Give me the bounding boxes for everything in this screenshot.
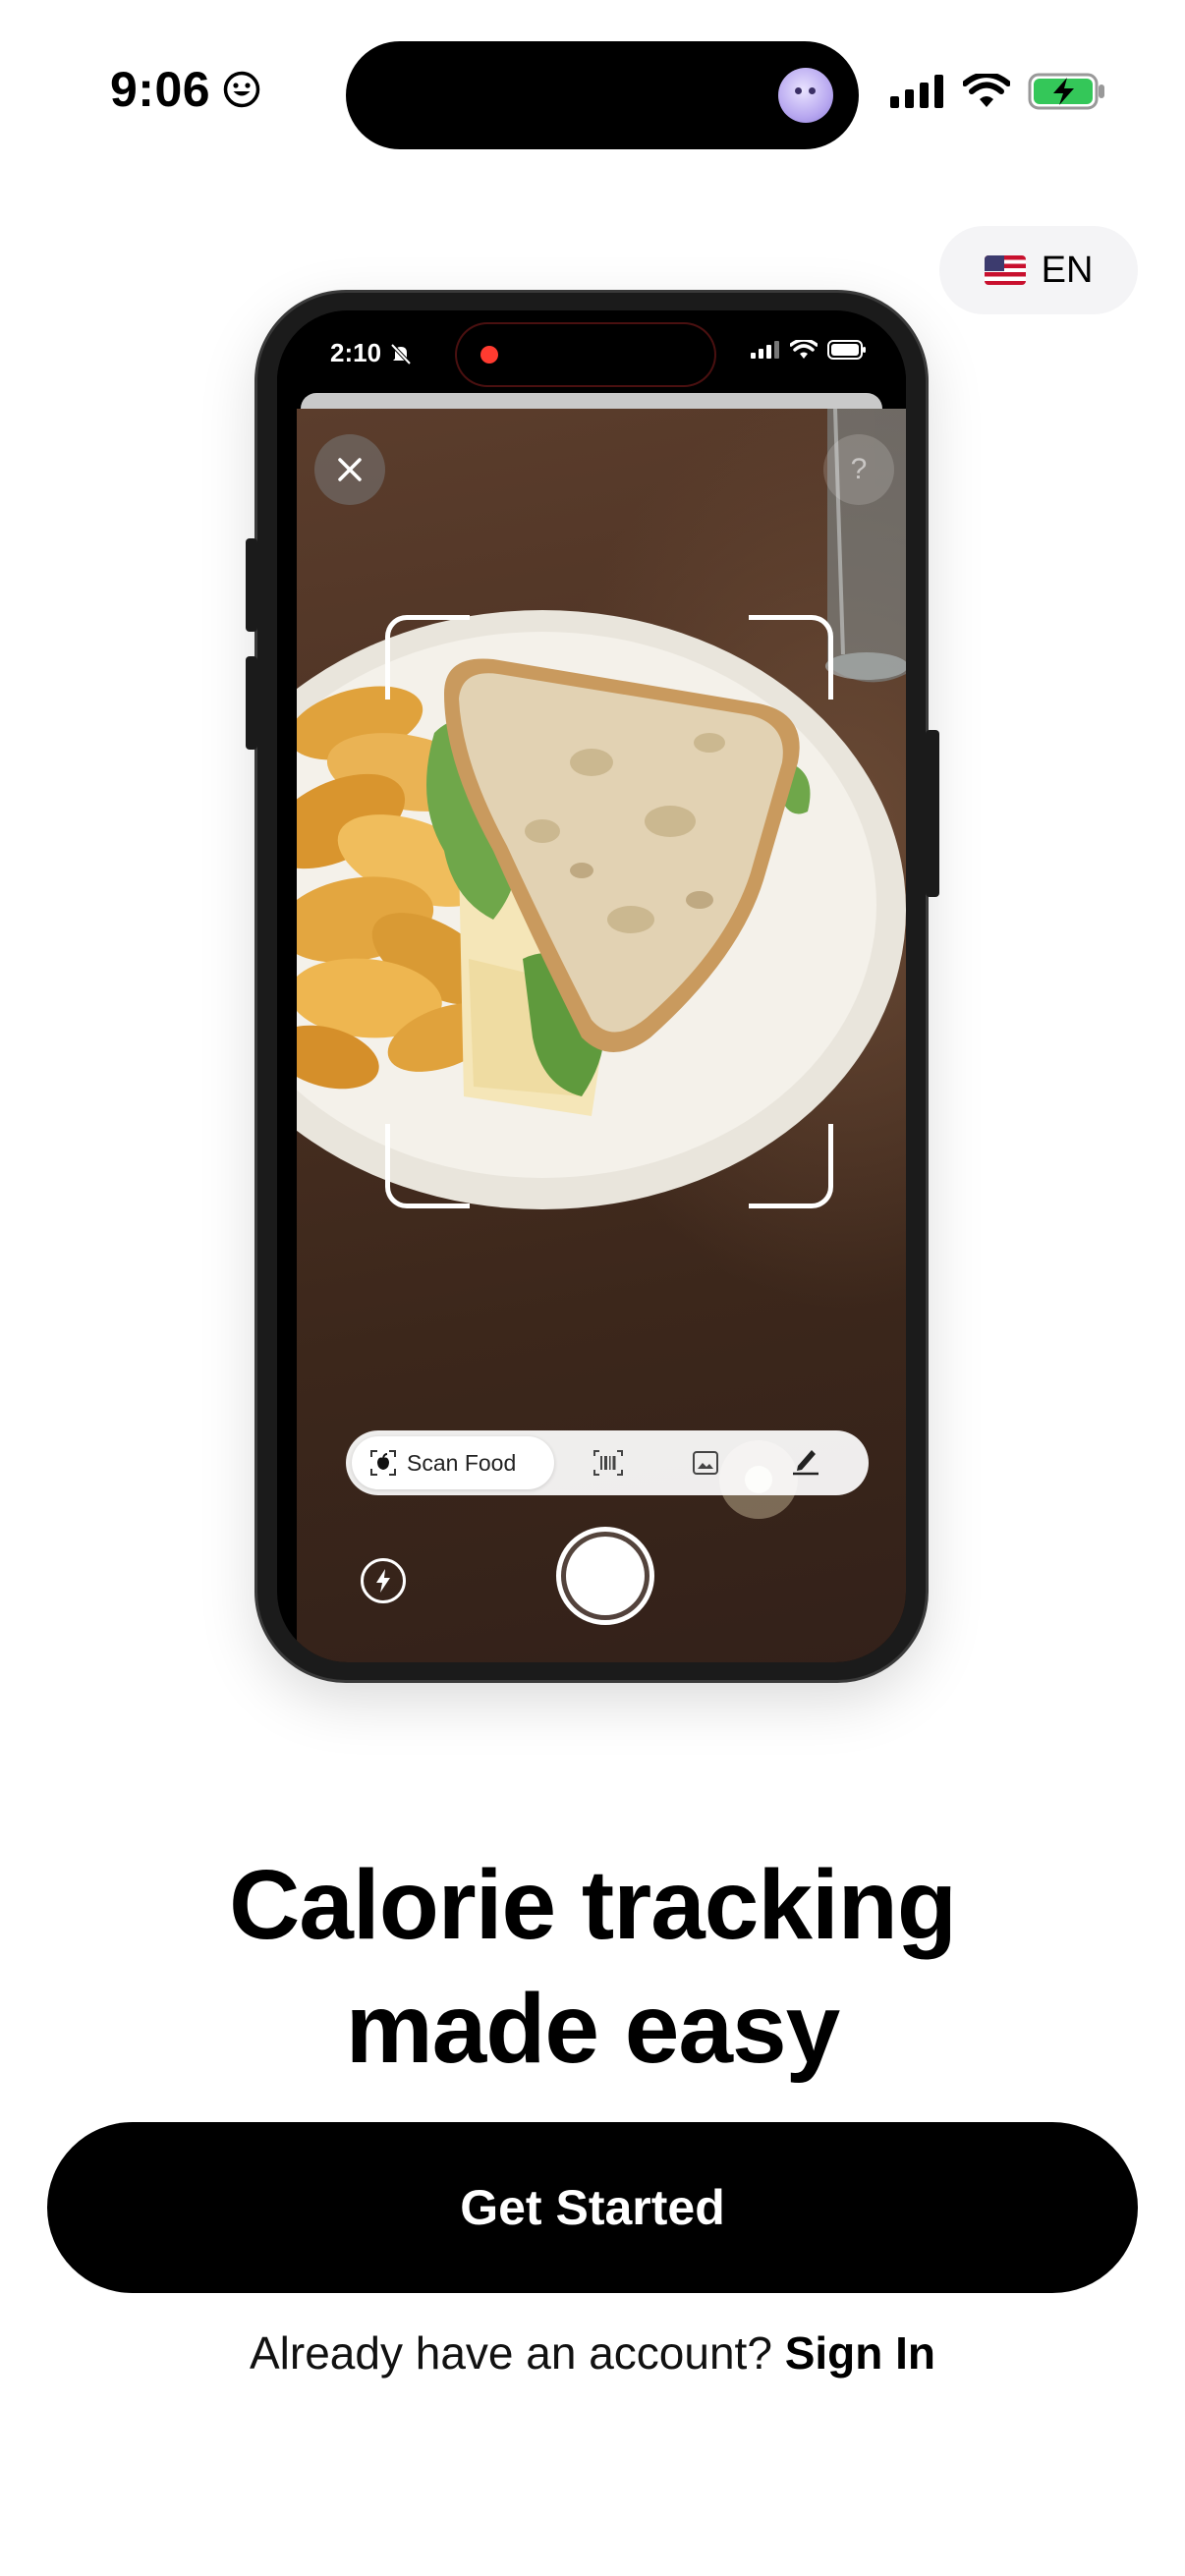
wifi-icon (963, 74, 1010, 107)
avatar-icon (778, 68, 833, 123)
dynamic-island (346, 41, 859, 149)
help-button[interactable]: ? (823, 434, 894, 505)
get-started-label: Get Started (460, 2180, 725, 2235)
mockup-time-text: 2:10 (330, 338, 382, 367)
status-time: 9:06 (110, 61, 261, 118)
shutter-inner (566, 1537, 645, 1615)
mockup-status-indicators (751, 340, 867, 360)
mockup-dynamic-island (457, 324, 714, 385)
mockup-wifi-icon (790, 340, 818, 359)
bell-muted-icon (390, 343, 412, 364)
sign-in-row: Already have an account? Sign In (0, 2326, 1185, 2380)
status-time-text: 9:06 (110, 62, 211, 117)
headline-line-2: made easy (345, 1974, 840, 2084)
status-indicators (890, 73, 1106, 110)
language-selector[interactable]: EN (939, 226, 1138, 314)
smiley-face-icon (223, 71, 260, 108)
barcode-mode-icon[interactable] (593, 1450, 623, 1476)
phone-side-button (926, 730, 939, 897)
mockup-signal-icon (751, 341, 779, 359)
scan-frame-corner (749, 1124, 833, 1208)
manual-entry-mode-icon[interactable] (790, 1444, 821, 1476)
mockup-status-time: 2:10 (330, 338, 413, 368)
help-glyph: ? (850, 453, 868, 485)
sign-in-link[interactable]: Sign In (785, 2327, 935, 2379)
close-icon (338, 458, 362, 481)
gallery-mode-icon[interactable] (692, 1450, 719, 1476)
mockup-battery-icon (827, 340, 866, 360)
language-code: EN (1041, 249, 1094, 291)
phone-mockup: 2:10 ? Scan Food (246, 293, 939, 1680)
us-flag-icon (984, 255, 1026, 285)
flash-toggle-button[interactable] (361, 1558, 406, 1603)
close-camera-button[interactable] (314, 434, 385, 505)
scan-frame-corner (385, 1124, 470, 1208)
camera-viewfinder: ? Scan Food (297, 409, 906, 1662)
scan-frame-corner (385, 615, 470, 700)
cellular-signal-icon (890, 75, 943, 108)
headline: Calorie tracking made easy (0, 1843, 1185, 2091)
scan-food-label: Scan Food (407, 1449, 517, 1476)
recording-dot-icon (480, 346, 498, 364)
headline-line-1: Calorie tracking (229, 1850, 957, 1960)
scan-food-icon (370, 1450, 396, 1476)
scan-frame-corner (749, 615, 833, 700)
battery-charging-icon (1028, 73, 1104, 110)
scan-mode-bar: Scan Food (346, 1430, 869, 1495)
sign-in-prompt: Already have an account? (249, 2327, 772, 2379)
phone-side-button (246, 538, 257, 632)
get-started-button[interactable]: Get Started (47, 2122, 1138, 2293)
phone-screen: 2:10 ? Scan Food (277, 310, 906, 1662)
scan-food-mode-button[interactable]: Scan Food (352, 1436, 554, 1489)
flash-icon (376, 1569, 390, 1593)
shutter-button[interactable] (556, 1527, 654, 1625)
phone-side-button (246, 656, 257, 750)
